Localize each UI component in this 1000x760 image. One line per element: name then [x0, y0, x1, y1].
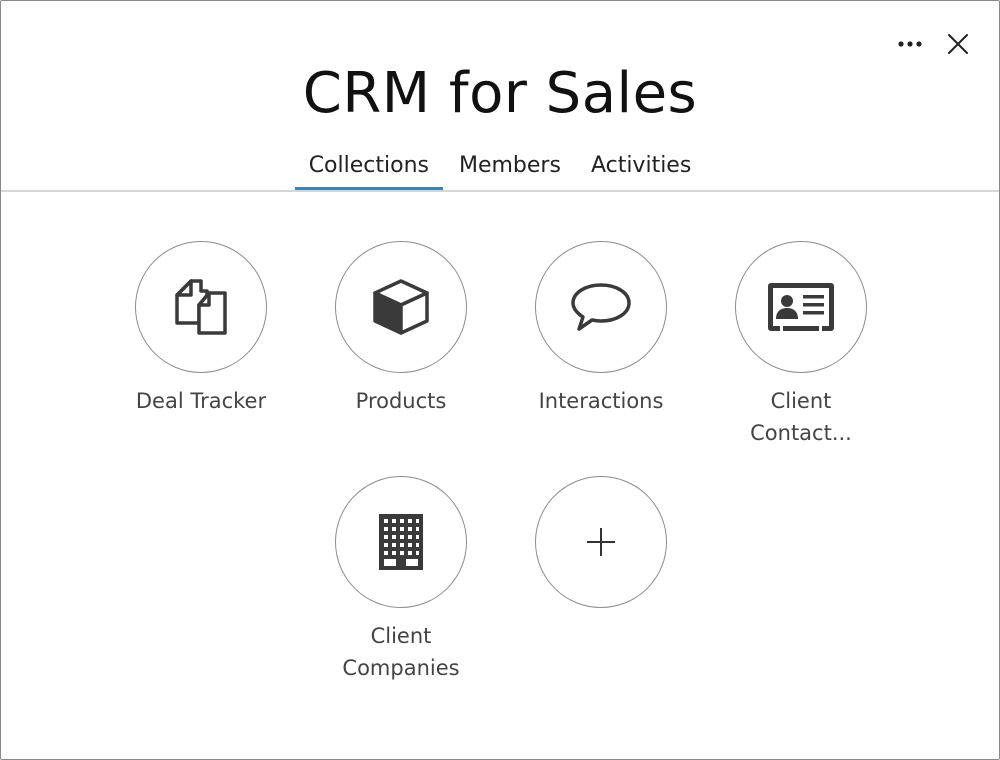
copy-documents-icon	[175, 279, 227, 335]
collection-label: Client Contact...	[721, 385, 881, 449]
collection-icon-circle[interactable]	[135, 241, 267, 373]
collection-label-line1: Client	[770, 389, 832, 413]
contact-card-icon	[768, 283, 834, 331]
collection-label: Deal Tracker	[135, 389, 267, 413]
dialog-actions	[895, 29, 973, 59]
plus-icon	[587, 528, 615, 556]
collection-label-line2: Contact...	[750, 421, 852, 445]
collection-products[interactable]: Products	[301, 241, 501, 417]
tab-divider	[1, 190, 999, 192]
tab-activities[interactable]: Activities	[577, 151, 705, 188]
close-icon[interactable]	[943, 29, 973, 59]
collection-label: Interactions	[538, 389, 664, 413]
cube-icon	[373, 279, 429, 335]
tab-bar: Collections Members Activities	[1, 151, 999, 190]
collection-label-line2: Companies	[342, 656, 460, 680]
collection-deal-tracker[interactable]: Deal Tracker	[101, 241, 301, 417]
more-horizontal-icon[interactable]	[895, 29, 925, 59]
collection-icon-circle[interactable]	[535, 241, 667, 373]
collection-icon-circle[interactable]	[735, 241, 867, 373]
collection-label-line1: Client	[370, 624, 432, 648]
add-collection-button[interactable]	[501, 476, 701, 608]
tab-members[interactable]: Members	[445, 151, 575, 188]
collection-icon-circle[interactable]	[335, 241, 467, 373]
collection-icon-circle[interactable]	[335, 476, 467, 608]
collections-dialog: CRM for Sales Collections Members Activi…	[0, 0, 1000, 760]
add-collection-circle[interactable]	[535, 476, 667, 608]
collection-client-companies[interactable]: Client Companies	[301, 476, 501, 684]
collection-label: Client Companies	[321, 620, 481, 684]
collection-client-contacts[interactable]: Client Contact...	[701, 241, 901, 449]
collection-label: Products	[355, 389, 447, 413]
speech-bubble-icon	[571, 283, 631, 331]
dialog-title: CRM for Sales	[302, 61, 698, 126]
tab-collections[interactable]: Collections	[294, 151, 444, 190]
collection-interactions[interactable]: Interactions	[501, 241, 701, 417]
building-icon	[379, 514, 423, 570]
